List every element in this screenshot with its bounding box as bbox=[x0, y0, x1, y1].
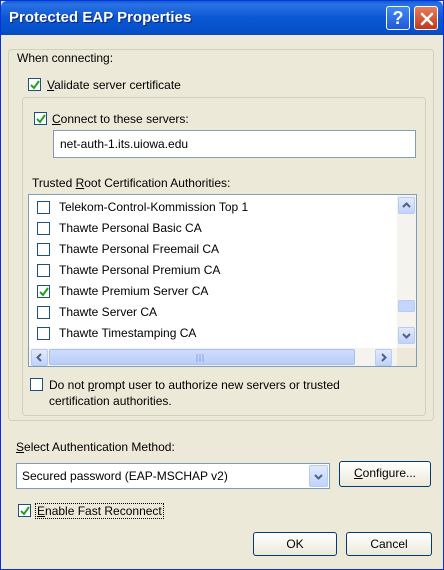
configure-button[interactable]: Configure... bbox=[339, 461, 431, 487]
ca-label: Thawte Server CA bbox=[59, 305, 158, 319]
ca-list-item[interactable]: Telekom-Control-Kommission Top 1 bbox=[29, 197, 399, 218]
scroll-left-button[interactable] bbox=[31, 349, 48, 366]
chevron-down-icon bbox=[402, 333, 411, 339]
servers-input[interactable]: net-auth-1.its.uiowa.edu bbox=[53, 130, 416, 158]
no-prompt-label-line2[interactable]: certification authorities. bbox=[49, 394, 172, 408]
chevron-right-icon bbox=[381, 353, 387, 362]
chevron-up-icon bbox=[402, 202, 411, 208]
trusted-root-label: Trusted Root Certification Authorities: bbox=[32, 176, 231, 190]
ca-checkbox[interactable] bbox=[37, 264, 50, 277]
ca-label: Thawte Personal Basic CA bbox=[59, 221, 202, 235]
ca-checkbox[interactable] bbox=[37, 243, 50, 256]
validate-cert-label[interactable]: Validate server certificate bbox=[47, 78, 181, 92]
ca-list-item[interactable]: Thawte Server CA bbox=[29, 302, 399, 323]
ca-checkbox[interactable] bbox=[37, 285, 50, 298]
cancel-button[interactable]: Cancel bbox=[346, 532, 432, 556]
when-connecting-label: When connecting: bbox=[14, 51, 117, 65]
ca-list-item[interactable]: Thawte Personal Premium CA bbox=[29, 260, 399, 281]
ok-button[interactable]: OK bbox=[253, 532, 337, 556]
ca-list-item[interactable]: Thawte Personal Basic CA bbox=[29, 218, 399, 239]
ca-label: Thawte Premium Server CA bbox=[59, 284, 209, 298]
close-icon bbox=[420, 12, 434, 26]
help-button[interactable]: ? bbox=[386, 6, 410, 30]
chevron-left-icon bbox=[36, 353, 42, 362]
no-prompt-checkbox[interactable] bbox=[30, 378, 43, 391]
ca-label: Thawte Personal Freemail CA bbox=[59, 242, 220, 256]
vertical-scroll-thumb[interactable] bbox=[398, 300, 415, 312]
horizontal-scrollbar[interactable] bbox=[29, 348, 397, 366]
ca-label: Telekom-Control-Kommission Top 1 bbox=[59, 200, 249, 214]
ca-label: Thawte Personal Premium CA bbox=[59, 263, 221, 277]
window-title: Protected EAP Properties bbox=[9, 9, 192, 26]
dialog-window: Protected EAP Properties ? When connecti… bbox=[0, 0, 444, 570]
auth-method-select[interactable]: Secured password (EAP-MSCHAP v2) bbox=[16, 463, 330, 489]
scroll-right-button[interactable] bbox=[375, 349, 392, 366]
trusted-ca-listbox[interactable]: Telekom-Control-Kommission Top 1 Thawte P… bbox=[28, 194, 417, 367]
no-prompt-label-line1[interactable]: Do not prompt user to authorize new serv… bbox=[49, 378, 340, 392]
auth-method-value: Secured password (EAP-MSCHAP v2) bbox=[22, 469, 228, 483]
ca-list-item[interactable]: Thawte Premium Server CA bbox=[29, 281, 399, 302]
scroll-corner bbox=[397, 348, 416, 366]
fast-reconnect-checkbox[interactable] bbox=[18, 504, 31, 517]
scroll-down-button[interactable] bbox=[398, 327, 415, 344]
ca-checkbox[interactable] bbox=[37, 201, 50, 214]
ca-label: Thawte Timestamping CA bbox=[59, 326, 197, 340]
dropdown-button[interactable] bbox=[309, 465, 328, 487]
vertical-scrollbar[interactable] bbox=[397, 195, 416, 348]
validate-cert-checkbox[interactable] bbox=[28, 78, 41, 91]
checkmark-icon bbox=[30, 80, 40, 90]
chevron-down-icon bbox=[314, 474, 323, 480]
ca-list-item[interactable]: Thawte Timestamping CA bbox=[29, 323, 399, 344]
checkmark-icon bbox=[36, 114, 46, 124]
ca-checkbox[interactable] bbox=[37, 327, 50, 340]
ca-checkbox[interactable] bbox=[37, 222, 50, 235]
connect-servers-checkbox[interactable] bbox=[34, 112, 47, 125]
horizontal-scroll-thumb[interactable] bbox=[49, 349, 355, 365]
ca-checkbox[interactable] bbox=[37, 306, 50, 319]
connect-servers-label[interactable]: Connect to these servers: bbox=[52, 112, 189, 126]
checkmark-icon bbox=[39, 287, 49, 297]
checkmark-icon bbox=[20, 506, 30, 516]
ca-list-item[interactable]: Thawte Personal Freemail CA bbox=[29, 239, 399, 260]
close-button[interactable] bbox=[414, 6, 438, 30]
scroll-up-button[interactable] bbox=[398, 197, 415, 214]
auth-method-label: Select Authentication Method: bbox=[16, 440, 175, 454]
title-bar[interactable]: Protected EAP Properties ? bbox=[1, 1, 443, 35]
grip-icon bbox=[196, 354, 204, 362]
fast-reconnect-label[interactable]: Enable Fast Reconnect bbox=[35, 503, 164, 519]
help-icon: ? bbox=[392, 8, 404, 28]
